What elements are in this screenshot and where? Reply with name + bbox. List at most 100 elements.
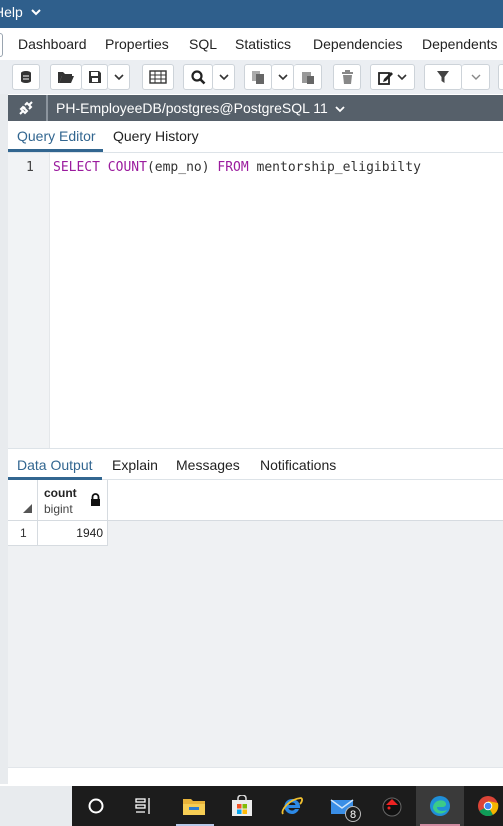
corner-triangle-icon [23, 504, 32, 513]
tab-explain[interactable]: Explain [112, 457, 158, 473]
ie-icon [281, 797, 303, 815]
tab-statistics[interactable]: Statistics [235, 36, 291, 52]
copy-icon [252, 70, 264, 84]
column-type: bigint [44, 502, 73, 516]
tab-properties[interactable]: Properties [105, 36, 169, 52]
save-dropdown[interactable] [108, 64, 130, 90]
connection-label: PH-EmployeeDB/postgres@PostgreSQL 11 [56, 100, 328, 116]
mail-button[interactable]: 8 [328, 792, 361, 822]
open-folder-icon [58, 72, 74, 83]
row-number[interactable]: 1 [8, 521, 38, 545]
plug-icon [19, 101, 33, 115]
grid-icon [149, 70, 167, 84]
file-button-group [50, 64, 130, 90]
connection-selector[interactable]: PH-EmployeeDB/postgres@PostgreSQL 11 [56, 100, 345, 116]
store-button[interactable] [228, 792, 256, 820]
open-file-button[interactable] [50, 64, 82, 90]
filter-icon [437, 71, 449, 83]
help-menu[interactable]: Help [0, 4, 43, 20]
windows-taskbar: 8 [72, 786, 503, 826]
tab-query-history[interactable]: Query History [113, 128, 199, 144]
file-explorer-icon [183, 799, 205, 815]
chevron-down-icon [277, 74, 288, 81]
filter-button[interactable] [424, 64, 462, 90]
cell-value: 1940 [76, 526, 103, 540]
tab-data-output[interactable]: Data Output [17, 457, 93, 473]
filter-dropdown[interactable] [462, 64, 490, 90]
edge-button[interactable] [426, 792, 454, 820]
left-panel-edge [0, 94, 8, 784]
tab-dependents[interactable]: Dependents [422, 36, 498, 52]
panel-edge [0, 33, 3, 57]
tab-dashboard[interactable]: Dashboard [18, 36, 87, 52]
chevron-down-icon [218, 74, 229, 81]
chevron-down-icon [471, 74, 480, 80]
edit-button-group [370, 64, 415, 90]
keyword-count: COUNT [107, 160, 147, 175]
find-button-group [183, 64, 235, 90]
grid-view-button[interactable] [142, 64, 174, 90]
task-view-button[interactable] [130, 792, 158, 820]
chevron-down-icon [113, 74, 124, 81]
delete-button[interactable] [333, 64, 361, 90]
tab-query-editor[interactable]: Query Editor [17, 128, 96, 144]
chrome-button[interactable] [474, 792, 502, 820]
copy-button[interactable] [244, 64, 272, 90]
internet-explorer-button[interactable] [278, 792, 306, 820]
column-header-count[interactable]: count bigint [38, 480, 108, 520]
connection-status-button[interactable] [8, 95, 44, 121]
count-argument: (emp_no) [146, 160, 210, 175]
results-tabs: Data Output Explain Messages Notificatio… [8, 448, 503, 480]
delete-icon [341, 69, 353, 84]
connection-bar: PH-EmployeeDB/postgres@PostgreSQL 11 [8, 95, 503, 121]
query-toolbar [0, 60, 503, 94]
chevron-down-icon [30, 9, 41, 16]
save-icon [88, 71, 101, 83]
data-grid: count bigint 1 1940 [8, 480, 503, 767]
status-area [8, 767, 503, 787]
search-taskbar-button[interactable] [82, 792, 110, 820]
keyword-from: FROM [217, 160, 249, 175]
panel-tabs: Dashboard Properties SQL Statistics Depe… [0, 28, 503, 61]
database-button[interactable] [12, 64, 40, 90]
file-explorer-button[interactable] [180, 792, 208, 820]
line-gutter: 1 [8, 153, 50, 448]
find-button[interactable] [183, 64, 213, 90]
mail-badge-count: 8 [349, 809, 357, 821]
task-view-icon [135, 798, 150, 814]
store-icon [232, 795, 252, 816]
lock-icon [91, 493, 100, 506]
active-tab-indicator [8, 149, 103, 152]
app-button[interactable] [378, 792, 406, 820]
search-icon [190, 69, 205, 84]
paste-icon [301, 71, 314, 84]
cell-count[interactable]: 1940 [38, 521, 108, 545]
save-button[interactable] [82, 64, 108, 90]
column-name: count [44, 486, 77, 500]
chevron-down-icon [397, 74, 407, 81]
table-row[interactable]: 1 1940 [8, 521, 108, 546]
tab-messages[interactable]: Messages [176, 457, 240, 473]
menu-bar: Help [0, 0, 503, 28]
help-menu-label: Help [0, 4, 23, 20]
keyword-select: SELECT [53, 160, 100, 175]
edit-button[interactable] [370, 64, 415, 90]
mail-badge: 8 [345, 806, 361, 822]
toolbar-overflow-button[interactable] [498, 64, 503, 90]
code-line[interactable]: SELECT COUNT(emp_no) FROM mentorship_eli… [53, 160, 421, 175]
connection-separator [46, 95, 48, 121]
tab-dependencies[interactable]: Dependencies [313, 36, 403, 52]
start-circle-icon [88, 798, 104, 814]
chevron-down-icon [335, 106, 345, 113]
edge-icon [430, 796, 450, 816]
find-dropdown[interactable] [213, 64, 235, 90]
tab-sql[interactable]: SQL [189, 36, 217, 52]
sql-editor[interactable]: 1 SELECT COUNT(emp_no) FROM mentorship_e… [8, 153, 503, 448]
grid-header: count bigint [8, 480, 503, 521]
editor-tabs: Query Editor Query History [8, 121, 503, 153]
select-all-corner[interactable] [8, 480, 38, 520]
paste-button[interactable] [294, 64, 322, 90]
database-icon [21, 71, 31, 83]
tab-notifications[interactable]: Notifications [260, 457, 336, 473]
copy-dropdown[interactable] [272, 64, 294, 90]
